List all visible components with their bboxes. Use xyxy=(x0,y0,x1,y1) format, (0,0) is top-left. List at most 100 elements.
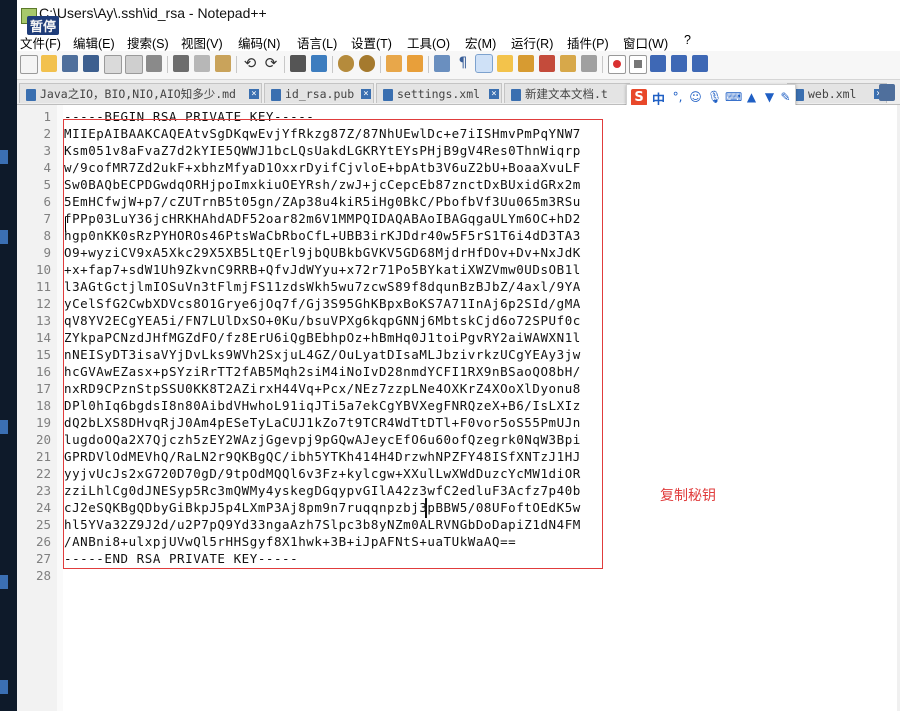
tab-new-text-doc[interactable]: 新建文本文档.t xyxy=(504,83,630,103)
line-number: 4 xyxy=(43,160,51,175)
line-number: 27 xyxy=(35,551,51,566)
undo-icon[interactable]: ⟲ xyxy=(242,55,258,72)
sogou-logo-icon[interactable]: S xyxy=(631,89,647,106)
save-all-icon[interactable] xyxy=(83,55,99,72)
menu-window[interactable]: 窗口(W) xyxy=(623,33,668,52)
line-number: 17 xyxy=(35,381,51,396)
menu-plugins[interactable]: 插件(P) xyxy=(567,33,609,52)
line-number: 18 xyxy=(35,398,51,413)
menu-view[interactable]: 视图(V) xyxy=(181,33,223,52)
toolbar: ⟲ ⟳ ¶ xyxy=(17,51,900,80)
line-number: 7 xyxy=(43,211,51,226)
tab-close-icon[interactable]: × xyxy=(489,89,499,99)
print-icon[interactable] xyxy=(146,55,162,72)
toolbar-separator xyxy=(284,56,285,73)
line-number: 23 xyxy=(35,483,51,498)
sync-vertical-icon[interactable] xyxy=(386,55,402,72)
line-number: 21 xyxy=(35,449,51,464)
title-bar[interactable]: C:\Users\Ay\.ssh\id_rsa - Notepad++ 暂停 xyxy=(17,0,900,35)
line-number: 22 xyxy=(35,466,51,481)
menu-file[interactable]: 文件(F) xyxy=(20,33,61,52)
save-icon[interactable] xyxy=(879,84,895,101)
file-icon xyxy=(383,88,393,101)
line-number: 16 xyxy=(35,364,51,379)
tab-id-rsa-pub[interactable]: id_rsa.pub × xyxy=(264,83,374,103)
desktop-icon-fragment xyxy=(0,680,8,694)
tab-web-xml[interactable]: web.xml × xyxy=(787,83,887,103)
line-number: 1 xyxy=(43,109,51,124)
function-list-icon[interactable] xyxy=(539,55,555,72)
desktop-left-strip xyxy=(0,0,17,711)
tab-label: Java之IO，BIO,NIO,AIO知多少.md xyxy=(40,87,236,101)
indent-guide-icon[interactable] xyxy=(475,54,493,73)
stop-record-icon[interactable] xyxy=(629,55,647,74)
line-number: 25 xyxy=(35,517,51,532)
tab-label: id_rsa.pub xyxy=(285,87,355,101)
folder-workspace-icon[interactable] xyxy=(560,55,576,72)
close-icon[interactable] xyxy=(104,55,122,74)
toolbar-separator xyxy=(602,56,603,73)
tab-settings-xml[interactable]: settings.xml × xyxy=(376,83,502,103)
file-icon xyxy=(511,88,521,101)
user-language-icon[interactable] xyxy=(497,55,513,72)
zoom-out-icon[interactable] xyxy=(359,55,375,72)
doc-map-icon[interactable] xyxy=(518,55,534,72)
punctuation-icon[interactable]: °, xyxy=(671,90,684,104)
line-number: 15 xyxy=(35,347,51,362)
line-number: 8 xyxy=(43,228,51,243)
tools-icon[interactable]: ✎ xyxy=(779,90,792,104)
tab-label: 新建文本文档.t xyxy=(525,87,608,101)
monitor-icon[interactable] xyxy=(581,55,597,72)
save-macro-icon[interactable] xyxy=(692,55,708,72)
menu-macro[interactable]: 宏(M) xyxy=(465,33,496,52)
tab-label: settings.xml xyxy=(397,87,481,101)
emoji-icon[interactable]: ☺ xyxy=(689,90,702,104)
menu-settings[interactable]: 设置(T) xyxy=(351,33,392,52)
show-all-chars-icon[interactable]: ¶ xyxy=(455,55,471,72)
keyboard-icon[interactable]: ⌨ xyxy=(725,90,742,104)
skin-icon[interactable]: ▲ xyxy=(745,90,758,104)
file-icon xyxy=(26,88,36,101)
desktop-icon-fragment xyxy=(0,575,8,589)
menu-edit[interactable]: 编辑(E) xyxy=(73,33,115,52)
voice-icon[interactable]: 🎙 xyxy=(707,90,722,104)
menu-run[interactable]: 运行(R) xyxy=(511,33,553,52)
tab-close-icon[interactable]: × xyxy=(361,89,371,99)
replace-icon[interactable] xyxy=(311,55,327,72)
save-icon[interactable] xyxy=(62,55,78,72)
copy-icon[interactable] xyxy=(194,55,210,72)
menu-tools[interactable]: 工具(O) xyxy=(407,33,450,52)
play-macro-icon[interactable] xyxy=(650,55,666,72)
redo-icon[interactable]: ⟳ xyxy=(263,55,279,72)
line-number: 5 xyxy=(43,177,51,192)
new-file-icon[interactable] xyxy=(20,55,38,74)
desktop-icon-fragment xyxy=(0,230,8,244)
cut-icon[interactable] xyxy=(173,55,189,72)
record-macro-icon[interactable] xyxy=(608,55,626,74)
line-number: 26 xyxy=(35,534,51,549)
shirt-icon[interactable]: ▼ xyxy=(763,90,776,104)
menu-language[interactable]: 语言(L) xyxy=(297,33,337,52)
menu-encoding[interactable]: 编码(N) xyxy=(238,33,280,52)
word-wrap-icon[interactable] xyxy=(434,55,450,72)
line-number-gutter: 1 2 3 4 5 6 7 8 9 10 11 12 13 14 15 16 1… xyxy=(17,105,58,711)
line-number: 10 xyxy=(35,262,51,277)
find-icon[interactable] xyxy=(290,55,306,72)
close-all-icon[interactable] xyxy=(125,55,143,74)
run-macro-multiple-icon[interactable] xyxy=(671,55,687,72)
tab-close-icon[interactable]: × xyxy=(249,89,259,99)
key-highlight-box xyxy=(63,119,603,569)
menu-help[interactable]: ? xyxy=(684,33,691,47)
paste-icon[interactable] xyxy=(215,55,231,72)
line-number: 11 xyxy=(35,279,51,294)
tab-java-io[interactable]: Java之IO，BIO,NIO,AIO知多少.md × xyxy=(19,83,262,103)
line-number: 24 xyxy=(35,500,51,515)
line-number: 6 xyxy=(43,194,51,209)
line-number: 9 xyxy=(43,245,51,260)
line-number: 12 xyxy=(35,296,51,311)
open-file-icon[interactable] xyxy=(41,55,57,72)
menu-search[interactable]: 搜索(S) xyxy=(127,33,169,52)
line-number: 19 xyxy=(35,415,51,430)
zoom-in-icon[interactable] xyxy=(338,55,354,72)
sync-horizontal-icon[interactable] xyxy=(407,55,423,72)
